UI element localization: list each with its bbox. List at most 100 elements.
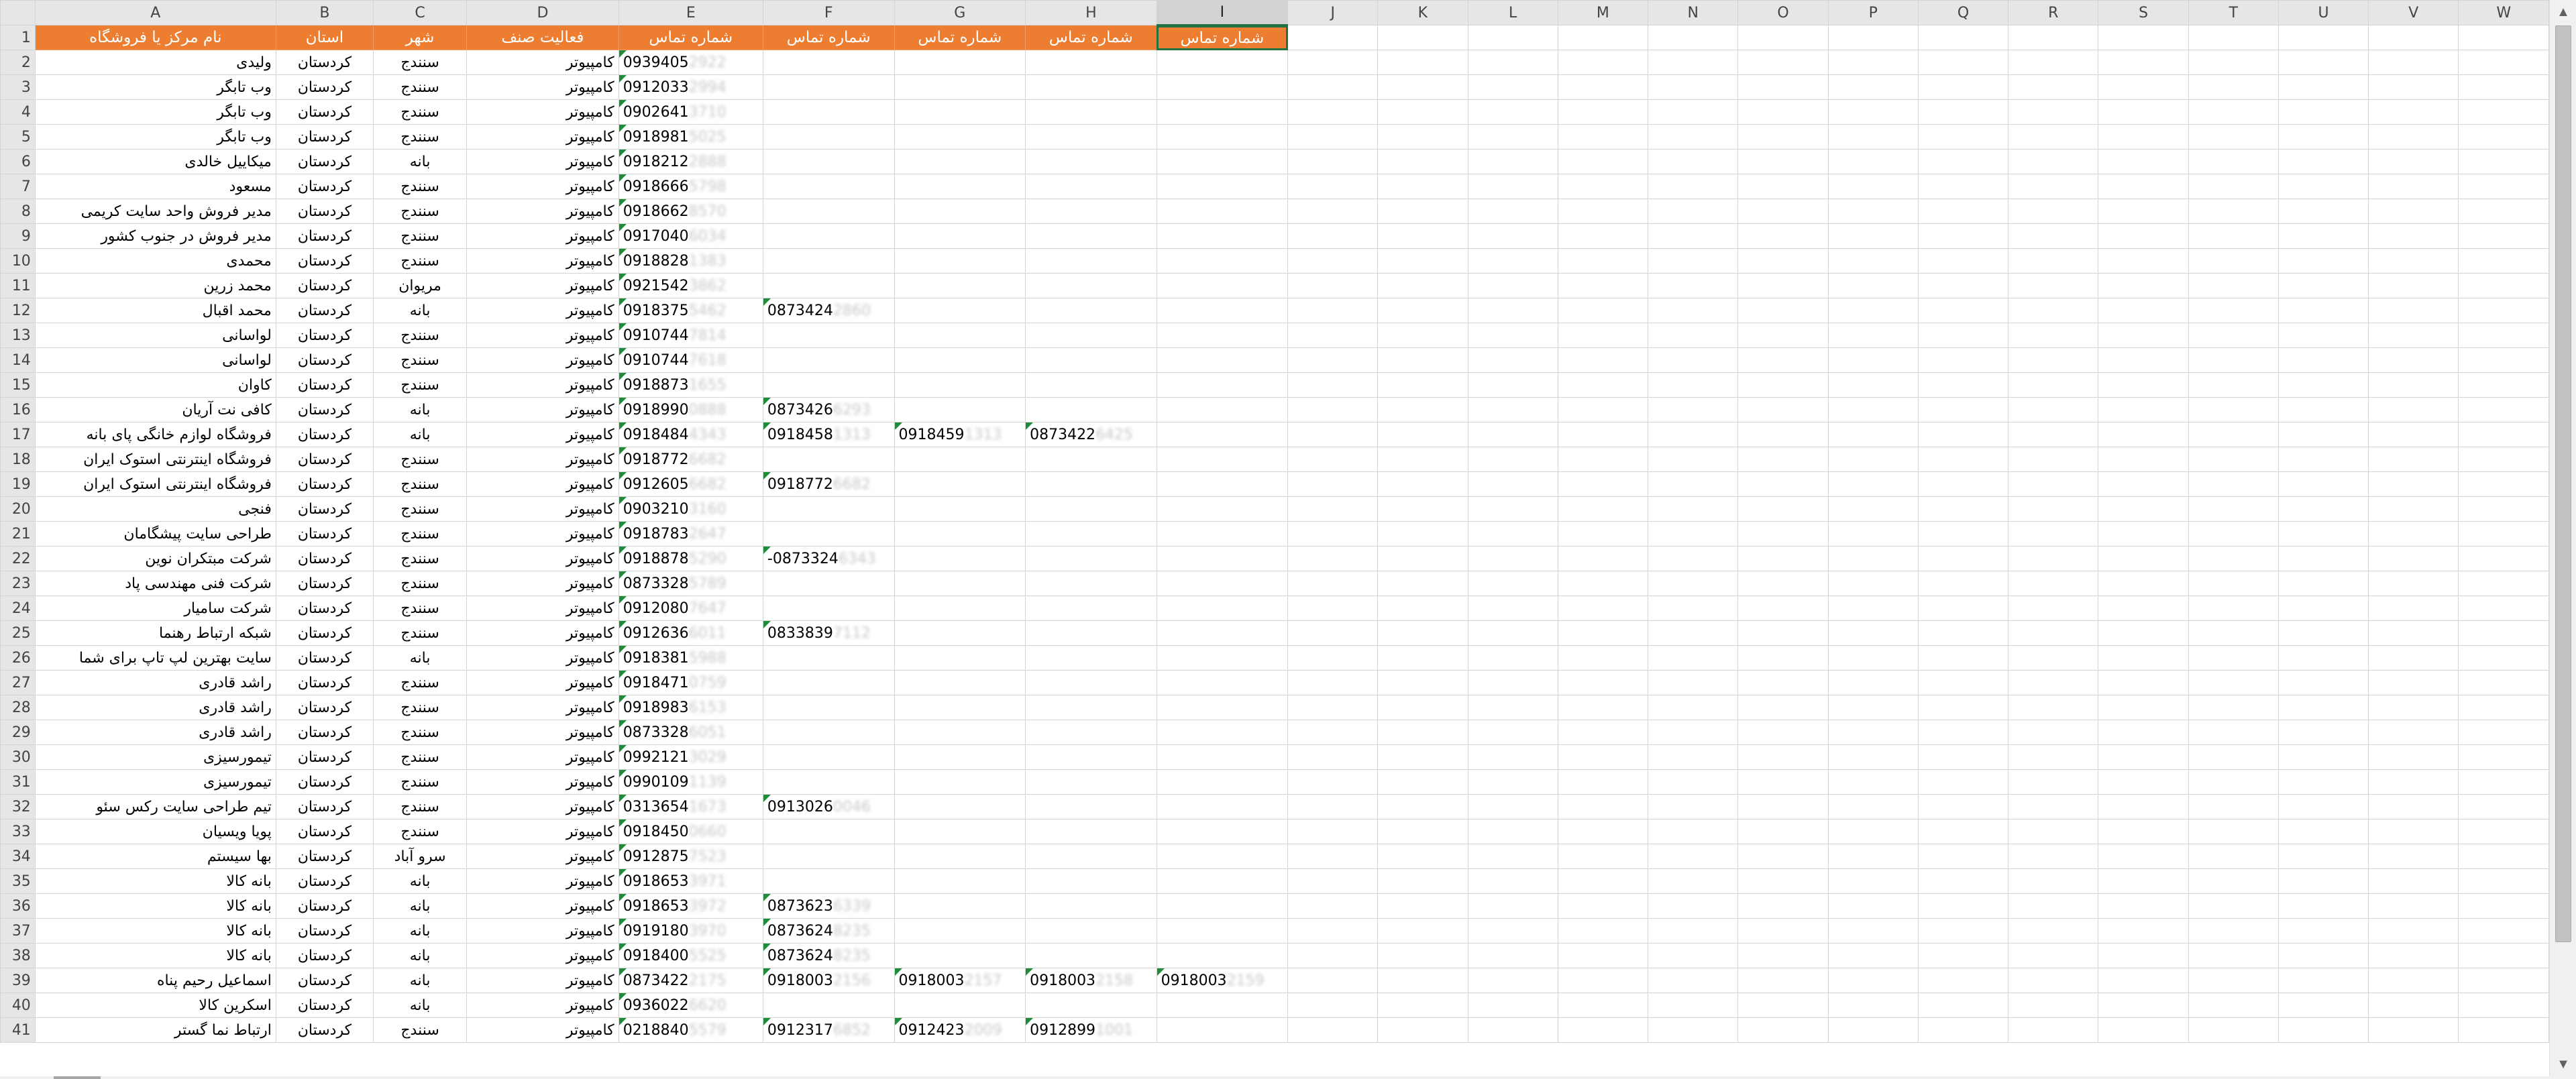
cell-province[interactable]: کردستان: [275, 248, 374, 274]
empty-cell[interactable]: [894, 844, 1026, 869]
empty-cell[interactable]: [1377, 620, 1468, 646]
empty-cell[interactable]: [2188, 992, 2279, 1018]
empty-cell[interactable]: [762, 50, 895, 75]
empty-cell[interactable]: [1467, 174, 1558, 199]
empty-cell[interactable]: [1377, 571, 1468, 596]
cell-province[interactable]: کردستان: [275, 149, 374, 174]
header-cell-name[interactable]: نام مرکز یا فروشگاه: [34, 25, 276, 50]
empty-cell[interactable]: [762, 273, 895, 298]
empty-cell[interactable]: [1377, 720, 1468, 745]
empty-cell[interactable]: [2368, 943, 2459, 968]
row-number[interactable]: 41: [0, 1017, 36, 1043]
empty-cell[interactable]: [1287, 149, 1379, 174]
cell-activity[interactable]: کامپیوتر: [466, 695, 619, 720]
empty-cell[interactable]: [2188, 496, 2279, 522]
empty-cell[interactable]: [762, 670, 895, 695]
empty-cell[interactable]: [1156, 720, 1289, 745]
empty-cell[interactable]: [1025, 918, 1157, 944]
cell-name[interactable]: راشد قادری: [34, 720, 276, 745]
empty-cell[interactable]: [1557, 372, 1649, 398]
empty-cell[interactable]: [1467, 323, 1558, 348]
column-header-m[interactable]: M: [1557, 0, 1649, 25]
empty-cell[interactable]: [2458, 645, 2549, 671]
column-header-n[interactable]: N: [1648, 0, 1739, 25]
empty-cell[interactable]: [2098, 620, 2189, 646]
empty-cell[interactable]: [1557, 99, 1649, 125]
empty-cell[interactable]: [1467, 992, 1558, 1018]
empty-cell[interactable]: [1287, 74, 1379, 100]
empty-cell[interactable]: [2277, 149, 2369, 174]
empty-cell[interactable]: [1557, 273, 1649, 298]
empty-cell[interactable]: [2008, 223, 2099, 249]
empty-cell[interactable]: [894, 571, 1026, 596]
cell-name[interactable]: وب تابگر: [34, 124, 276, 150]
cell-phone[interactable]: 08733285789: [618, 571, 763, 596]
empty-cell[interactable]: [1025, 74, 1157, 100]
empty-cell[interactable]: [2188, 620, 2279, 646]
empty-cell[interactable]: [1648, 695, 1739, 720]
empty-cell[interactable]: [2008, 447, 2099, 472]
cell-city[interactable]: سنندج: [372, 124, 468, 150]
cell-name[interactable]: تیمورسیزی: [34, 769, 276, 795]
cell-name[interactable]: شرکت مبتکران نوین: [34, 546, 276, 571]
empty-cell[interactable]: [2188, 844, 2279, 869]
empty-cell[interactable]: [2008, 298, 2099, 323]
empty-cell[interactable]: [1156, 124, 1289, 150]
empty-cell[interactable]: [1737, 372, 1829, 398]
empty-cell[interactable]: [1025, 372, 1157, 398]
cell-city[interactable]: بانه: [372, 893, 468, 919]
empty-cell[interactable]: [2008, 546, 2099, 571]
empty-cell[interactable]: [2188, 521, 2279, 547]
empty-cell[interactable]: [1156, 620, 1289, 646]
empty-cell[interactable]: [1287, 546, 1379, 571]
empty-cell[interactable]: [2368, 298, 2459, 323]
empty-cell[interactable]: [1557, 546, 1649, 571]
empty-cell[interactable]: [2277, 248, 2369, 274]
empty-cell[interactable]: [2008, 769, 2099, 795]
empty-cell[interactable]: [1467, 248, 1558, 274]
empty-cell[interactable]: [1377, 868, 1468, 894]
empty-cell[interactable]: [2458, 74, 2549, 100]
empty-cell[interactable]: [1917, 471, 2009, 497]
empty-cell[interactable]: [894, 298, 1026, 323]
cell-province[interactable]: کردستان: [275, 124, 374, 150]
empty-cell[interactable]: [1737, 893, 1829, 919]
empty-cell[interactable]: [1377, 769, 1468, 795]
cell-phone[interactable]: 09360226620: [618, 992, 763, 1018]
empty-cell[interactable]: [2188, 397, 2279, 422]
empty-cell[interactable]: [1287, 992, 1379, 1018]
empty-cell[interactable]: [2188, 744, 2279, 770]
cell-name[interactable]: ارتباط نما گستر: [34, 1017, 276, 1043]
cell-province[interactable]: کردستان: [275, 273, 374, 298]
cell-phone[interactable]: 09180032159: [1156, 968, 1289, 993]
empty-cell[interactable]: [1737, 720, 1829, 745]
empty-cell[interactable]: [2098, 968, 2189, 993]
scroll-down-arrow-icon[interactable]: ▼: [2550, 1052, 2576, 1076]
cell-activity[interactable]: کامپیوتر: [466, 198, 619, 224]
cell-phone[interactable]: 09215423862: [618, 273, 763, 298]
empty-cell[interactable]: [1917, 198, 2009, 224]
empty-cell[interactable]: [1287, 943, 1379, 968]
empty-cell[interactable]: [1648, 521, 1739, 547]
empty-cell[interactable]: [2277, 695, 2369, 720]
empty-cell[interactable]: [2368, 248, 2459, 274]
empty-cell[interactable]: [1377, 273, 1468, 298]
empty-cell[interactable]: [762, 571, 895, 596]
empty-cell[interactable]: [2458, 794, 2549, 819]
cell-phone[interactable]: 09120332994: [618, 74, 763, 100]
empty-cell[interactable]: [1377, 893, 1468, 919]
empty-cell[interactable]: [1377, 521, 1468, 547]
cell-province[interactable]: کردستان: [275, 744, 374, 770]
empty-cell[interactable]: [1377, 174, 1468, 199]
cell-phone[interactable]: 08338397112: [762, 620, 895, 646]
empty-cell[interactable]: [2098, 868, 2189, 894]
empty-cell[interactable]: [1467, 397, 1558, 422]
empty-cell[interactable]: [2458, 1017, 2549, 1043]
empty-cell[interactable]: [1917, 968, 2009, 993]
empty-cell[interactable]: [894, 918, 1026, 944]
empty-cell[interactable]: [2008, 496, 2099, 522]
empty-cell[interactable]: [2458, 769, 2549, 795]
cell-city[interactable]: سنندج: [372, 50, 468, 75]
cell-activity[interactable]: کامپیوتر: [466, 496, 619, 522]
cell-province[interactable]: کردستان: [275, 670, 374, 695]
